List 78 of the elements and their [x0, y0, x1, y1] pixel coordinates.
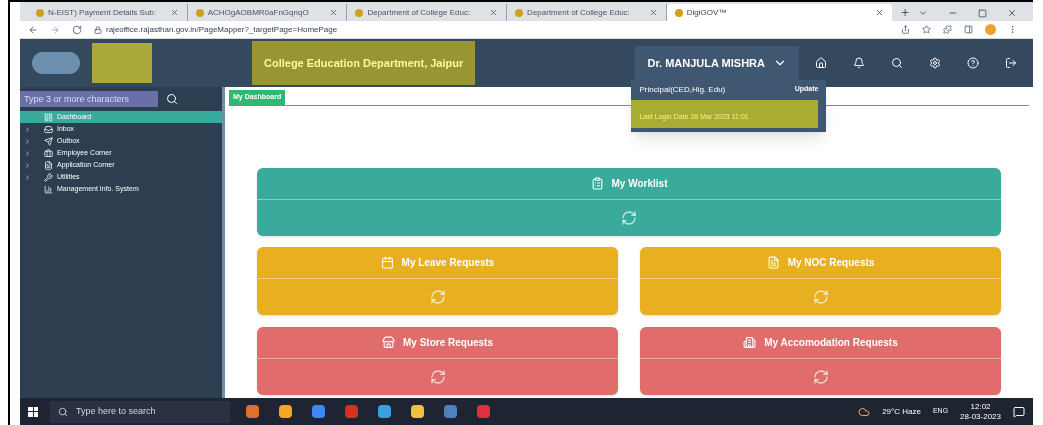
tab-favicon-icon — [36, 8, 44, 17]
card-icon — [382, 335, 395, 349]
tab-title: DigiGOV™ — [686, 6, 728, 19]
search-icon[interactable] — [166, 93, 178, 105]
tab-favicon-icon — [355, 8, 364, 17]
tab-title: N-EIST) Payment Details Sub: — [48, 6, 158, 19]
browser-tab[interactable]: DigiGOV™ — [666, 4, 892, 21]
help-icon[interactable] — [967, 57, 979, 69]
tab-title: ACHOgAOBMR0aFnGqnqO — [207, 6, 310, 19]
menu-icon[interactable] — [1008, 25, 1017, 34]
menu-item-icon — [44, 148, 53, 158]
share-icon[interactable] — [901, 25, 910, 34]
bell-icon[interactable] — [853, 57, 865, 69]
taskbar-app-icon[interactable] — [378, 405, 391, 418]
taskbar-app-icon[interactable] — [279, 405, 292, 418]
close-icon[interactable] — [169, 8, 179, 17]
card-icon — [743, 335, 757, 349]
user-menu-button[interactable]: Dr. MANJULA MISHRA — [635, 46, 799, 80]
home-icon[interactable] — [815, 57, 827, 69]
taskbar-search-field[interactable]: Type here to search — [50, 400, 230, 423]
logout-icon[interactable] — [1005, 57, 1017, 69]
user-role: Principal(CED,Hig. Edu) — [639, 84, 726, 96]
menu-item-icon — [44, 136, 53, 146]
tab-favicon-icon — [515, 8, 524, 17]
menu-item-icon — [44, 124, 53, 134]
close-icon[interactable] — [648, 8, 658, 17]
card-icon — [766, 255, 780, 269]
weather-icon — [858, 405, 871, 418]
close-icon[interactable] — [329, 8, 339, 17]
card-icon — [590, 176, 604, 190]
department-title: College Education Department, Jaipur — [264, 55, 464, 71]
weather-text[interactable]: 29°C Haze — [882, 405, 921, 418]
card-title: My Accomodation Requests — [764, 335, 898, 350]
refresh-icon[interactable] — [812, 368, 829, 385]
windows-start-icon[interactable] — [28, 406, 38, 417]
card-icon — [380, 255, 394, 269]
card-title: My Worklist — [611, 176, 668, 191]
tab-favicon-icon — [674, 8, 683, 17]
taskbar-app-icon[interactable] — [444, 405, 457, 418]
close-icon[interactable] — [489, 8, 499, 17]
notification-icon[interactable] — [1013, 405, 1025, 418]
side-panel-icon[interactable] — [964, 25, 973, 34]
tab-favicon-icon — [195, 8, 204, 17]
puzzle-icon[interactable] — [943, 25, 952, 34]
taskbar-app-icon[interactable] — [312, 405, 325, 418]
clock-date[interactable]: 28-03-2023 — [960, 411, 1001, 422]
taskbar-app-icon[interactable] — [477, 405, 490, 418]
reload-icon[interactable] — [72, 24, 82, 35]
close-icon[interactable] — [1007, 8, 1017, 18]
logo-highlight — [92, 43, 152, 83]
chevron-icon[interactable] — [918, 8, 928, 18]
back-icon[interactable] — [28, 24, 38, 35]
tab-title: Department of College Educ: — [367, 6, 472, 19]
settings-icon[interactable] — [929, 57, 941, 69]
profile-avatar[interactable] — [985, 24, 996, 35]
search-field[interactable]: Type 3 or more characters — [20, 91, 158, 107]
restore-icon[interactable] — [978, 8, 987, 18]
network-logo-icon — [32, 52, 80, 74]
address-field[interactable]: rajeoffice.rajasthan.gov.in/PageMapper?_targetPage=HomePage — [94, 23, 338, 36]
card-title: My Store Requests — [403, 335, 493, 350]
taskbar-app-icon[interactable] — [246, 405, 259, 418]
tab-title: Department of College Educ: — [527, 6, 631, 19]
card-title: My NOC Requests — [787, 255, 875, 270]
menu-item-icon — [44, 184, 53, 194]
menu-item-icon — [44, 112, 53, 122]
taskbar-app-icon[interactable] — [411, 405, 424, 418]
bookmark-star-icon[interactable] — [922, 25, 931, 34]
search-icon — [58, 406, 68, 417]
new-tab-icon[interactable] — [899, 7, 910, 18]
taskbar-app-icon[interactable] — [345, 405, 358, 418]
menu-item-icon — [44, 172, 53, 182]
lock-icon — [94, 25, 102, 34]
card-title: My Leave Requests — [401, 255, 495, 270]
refresh-icon[interactable] — [429, 368, 446, 385]
close-icon[interactable] — [874, 8, 884, 17]
clock-time[interactable]: 12:02 — [970, 401, 991, 412]
menu-item-icon — [44, 160, 53, 170]
search-icon[interactable] — [891, 57, 903, 69]
